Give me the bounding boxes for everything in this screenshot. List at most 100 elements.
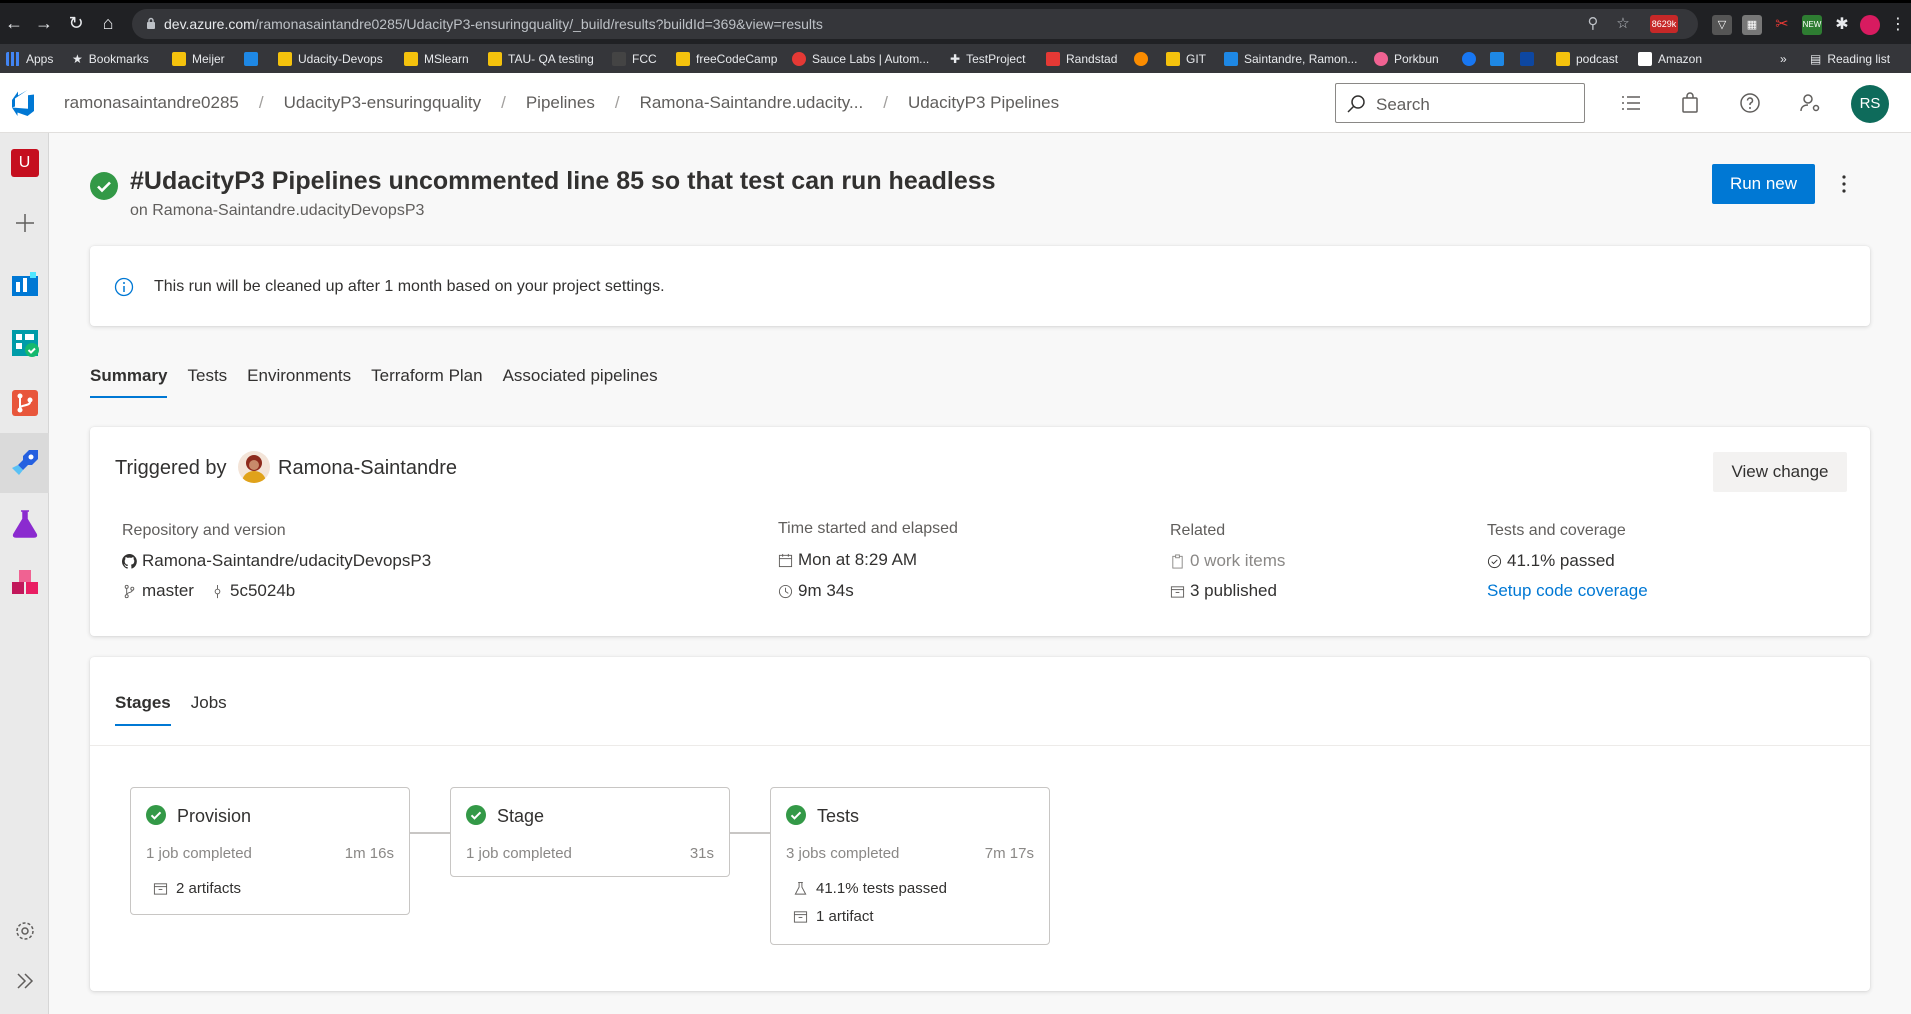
- nav-test-plans[interactable]: [0, 493, 49, 553]
- zoom-icon[interactable]: ⚲: [1584, 15, 1602, 33]
- star-icon[interactable]: ☆: [1614, 15, 1632, 33]
- branch-link[interactable]: master: [122, 581, 194, 601]
- bookmark-freecodecamp[interactable]: freeCodeCamp: [676, 49, 777, 69]
- stage-name: Provision: [177, 806, 252, 826]
- bookmark-u[interactable]: [244, 49, 258, 69]
- puzzle-icon[interactable]: ✱: [1832, 15, 1852, 35]
- stage-stage[interactable]: Stage 1 job completed 31s: [450, 787, 730, 877]
- stage-tests-passed[interactable]: 41.1% tests passed: [793, 880, 947, 897]
- breadcrumb-repo[interactable]: Ramona-Saintandre.udacity...: [640, 93, 864, 113]
- more-options-icon[interactable]: [1832, 172, 1856, 196]
- user-settings-icon[interactable]: [1798, 91, 1822, 115]
- related-heading: Related: [1170, 522, 1226, 539]
- breadcrumb-project[interactable]: UdacityP3-ensuringquality: [284, 93, 482, 113]
- bookmark-circle[interactable]: [1134, 49, 1148, 69]
- bookmark-in[interactable]: [1490, 49, 1504, 69]
- tab-tests[interactable]: Tests: [187, 366, 227, 398]
- bookmark-git[interactable]: GIT: [1166, 49, 1206, 69]
- folder-icon: [488, 52, 502, 66]
- bookmark-testproject[interactable]: ✚ TestProject: [950, 49, 1025, 69]
- triggered-by-name[interactable]: Ramona-Saintandre: [278, 457, 457, 480]
- back-icon[interactable]: ←: [4, 13, 24, 33]
- breadcrumb-separator: /: [258, 93, 264, 112]
- tab-associated-pipelines[interactable]: Associated pipelines: [503, 366, 658, 398]
- bookmark-amazon[interactable]: Amazon: [1638, 49, 1702, 69]
- view-change-button[interactable]: View change: [1713, 452, 1847, 492]
- bookmarks-overflow[interactable]: »: [1780, 49, 1787, 69]
- tab-terraform-plan[interactable]: Terraform Plan: [371, 366, 482, 398]
- work-items-link[interactable]: 0 work items: [1170, 551, 1285, 571]
- bookmark-facebook[interactable]: [1462, 49, 1476, 69]
- repo-link[interactable]: Ramona-Saintandre/udacityDevopsP3: [122, 551, 431, 571]
- new-extension-icon[interactable]: NEW: [1802, 15, 1822, 35]
- reading-list[interactable]: ▤ Reading list: [1810, 49, 1890, 69]
- tab-environments[interactable]: Environments: [247, 366, 351, 398]
- tab-stages[interactable]: Stages: [115, 693, 171, 726]
- nav-pipelines[interactable]: [0, 433, 49, 493]
- bookmark-podcast[interactable]: podcast: [1556, 49, 1618, 69]
- tests-passed-link[interactable]: 41.1% passed: [1487, 551, 1615, 571]
- setup-code-coverage-link[interactable]: Setup code coverage: [1487, 581, 1648, 601]
- profile-icon[interactable]: [1860, 15, 1880, 35]
- user-avatar[interactable]: RS: [1851, 85, 1889, 123]
- shopping-bag-icon[interactable]: [1678, 91, 1702, 115]
- run-new-button[interactable]: Run new: [1712, 164, 1815, 204]
- stage-artifacts[interactable]: 2 artifacts: [153, 880, 241, 897]
- testproject-icon: ✚: [950, 52, 961, 66]
- address-bar[interactable]: dev.azure.com/ramonasaintandre0285/Udaci…: [132, 9, 1698, 39]
- bookmark-saintandre[interactable]: Saintandre, Ramon...: [1224, 49, 1357, 69]
- scissors-icon[interactable]: ✂: [1772, 15, 1792, 35]
- overview-icon: [11, 272, 38, 296]
- info-icon: [114, 277, 134, 297]
- azure-devops-logo-icon[interactable]: [8, 89, 36, 117]
- nav-boards[interactable]: [0, 313, 49, 373]
- tab-summary[interactable]: Summary: [90, 366, 168, 398]
- folder-icon: [278, 52, 292, 66]
- home-icon[interactable]: ⌂: [98, 13, 118, 33]
- commit-link[interactable]: 5c5024b: [210, 581, 295, 601]
- menu-icon[interactable]: ⋮: [1888, 15, 1908, 35]
- stage-artifacts[interactable]: 1 artifact: [793, 908, 874, 925]
- forward-icon[interactable]: →: [34, 13, 54, 33]
- nav-expand[interactable]: [0, 951, 49, 1011]
- extension-badge-icon[interactable]: 8629k: [1650, 15, 1678, 33]
- bookmark-meijer[interactable]: Meijer: [172, 49, 225, 69]
- reload-icon[interactable]: ↻: [66, 13, 86, 33]
- bookmark-dark[interactable]: [1520, 49, 1534, 69]
- nav-new[interactable]: [0, 193, 49, 253]
- bookmark-apps[interactable]: Apps: [6, 49, 53, 69]
- notice-text: This run will be cleaned up after 1 mont…: [154, 278, 665, 295]
- nav-repos[interactable]: [0, 373, 49, 433]
- bookmark-fcc[interactable]: FCC: [612, 49, 657, 69]
- bookmark-saucelabs[interactable]: Sauce Labs | Autom...: [792, 49, 929, 69]
- stage-duration: 1m 16s: [344, 845, 394, 862]
- folder-icon: [404, 52, 418, 66]
- breadcrumb-org[interactable]: ramonasaintandre0285: [64, 93, 239, 113]
- stage-tests[interactable]: Tests 3 jobs completed 7m 17s 41.1% test…: [770, 787, 1050, 945]
- work-items-list-icon[interactable]: [1619, 91, 1643, 115]
- ado-header: ramonasaintandre0285 / UdacityP3-ensurin…: [0, 73, 1911, 133]
- search-input[interactable]: Search: [1335, 83, 1585, 123]
- extension-icon[interactable]: ▦: [1742, 15, 1762, 35]
- bookmark-tau[interactable]: TAU- QA testing: [488, 49, 594, 69]
- help-icon[interactable]: [1738, 91, 1762, 115]
- github-icon: [122, 553, 137, 569]
- nav-project[interactable]: U: [0, 133, 49, 193]
- bookmark-randstad[interactable]: Randstad: [1046, 49, 1117, 69]
- bookmark-bookmarks[interactable]: ★ Bookmarks: [72, 49, 149, 69]
- pocket-icon[interactable]: ▽: [1712, 15, 1732, 35]
- run-tabs: Summary Tests Environments Terraform Pla…: [90, 366, 678, 398]
- bookmark-porkbun[interactable]: Porkbun: [1374, 49, 1439, 69]
- stage-provision[interactable]: Provision 1 job completed 1m 16s 2 artif…: [130, 787, 410, 915]
- tab-jobs[interactable]: Jobs: [191, 693, 227, 726]
- bookmark-udacity-devops[interactable]: Udacity-Devops: [278, 49, 383, 69]
- facebook-icon: [1462, 52, 1476, 66]
- nav-artifacts[interactable]: [0, 553, 49, 613]
- boards-icon: [11, 330, 39, 357]
- published-artifacts-link[interactable]: 3 published: [1170, 581, 1277, 601]
- breadcrumb-pipeline[interactable]: UdacityP3 Pipelines: [908, 93, 1059, 113]
- breadcrumb-pipelines[interactable]: Pipelines: [526, 93, 595, 113]
- bookmark-mslearn[interactable]: MSlearn: [404, 49, 469, 69]
- nav-overview[interactable]: [0, 253, 49, 313]
- amazon-icon: [1638, 52, 1652, 66]
